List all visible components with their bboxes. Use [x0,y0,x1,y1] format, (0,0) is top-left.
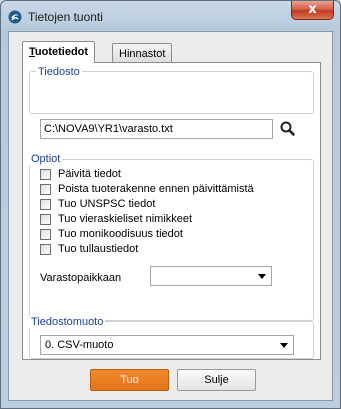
app-logo-icon [8,10,22,24]
window-close-button[interactable]: x [291,1,334,20]
file-path-input[interactable] [40,119,273,139]
checkbox-label: Tuo monikoodisuus tiedot [58,228,183,240]
checkbox-label: Päivitä tiedot [58,168,121,180]
options-group-label: Optiot [29,153,63,165]
warehouse-select[interactable] [150,266,272,286]
tab-product-data[interactable]: Tuotetiedot [22,41,96,63]
browse-search-icon[interactable] [277,118,299,140]
checkbox-box[interactable] [40,184,51,195]
window-title: Tietojen tuonti [28,10,103,24]
file-format-select-value: 0. CSV-muoto [45,339,114,351]
dialog-body: Tuotetiedot Hinnastot Tiedosto Optiot Pä… [8,31,333,401]
close-button[interactable]: Sulje [177,369,256,391]
tab-panel-product-data: Tiedosto Optiot Päivitä tiedot Poista tu… [22,62,321,360]
checkbox-box[interactable] [40,244,51,255]
checkbox-label: Tuo UNSPSC tiedot [58,198,156,210]
checkbox-label: Tuo vieraskieliset nimikkeet [58,213,193,225]
file-group-label: Tiedosto [36,66,82,78]
checkbox-label: Tuo tullaustiedot [58,243,139,255]
chevron-down-icon [258,274,266,279]
import-dialog: Tietojen tuonti x Tuotetiedot Hinnastot … [0,0,341,409]
warehouse-label: Varastopaikkaan [40,272,122,284]
tab-price-lists[interactable]: Hinnastot [112,43,173,63]
checkbox-box[interactable] [40,199,51,210]
title-bar[interactable]: Tietojen tuonti x [1,1,340,31]
tab-label: uotetiedot [34,46,89,58]
import-button[interactable]: Tuo [90,369,169,391]
tab-label-accelerator: H [119,48,127,60]
checkbox-box[interactable] [40,169,51,180]
checkbox-label: Poista tuoterakenne ennen päivittämistä [58,183,254,195]
file-group: Tiedosto [29,66,314,114]
checkbox-box[interactable] [40,229,51,240]
checkbox-box[interactable] [40,214,51,225]
file-format-select[interactable]: 0. CSV-muoto [40,335,294,355]
close-icon: x [308,2,317,17]
tab-label: innastot [126,48,166,60]
file-format-group-label: Tiedostomuoto [29,316,106,328]
chevron-down-icon [280,343,288,348]
